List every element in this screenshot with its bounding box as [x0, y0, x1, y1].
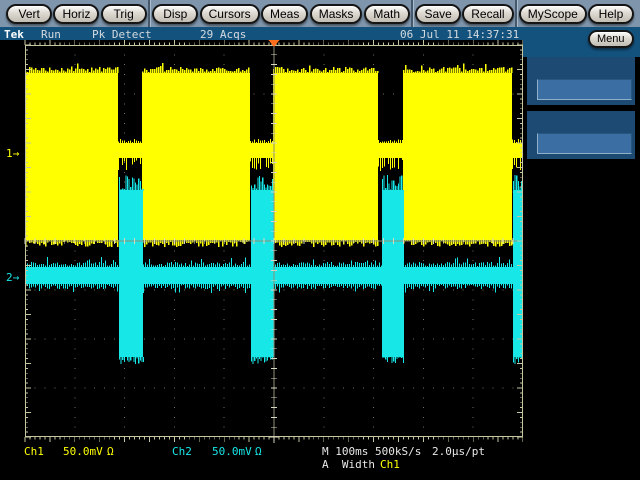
- toolbar-group: Save Recall: [414, 3, 515, 24]
- ch2-position-marker: 2→: [6, 271, 20, 284]
- toolbar-button-vert[interactable]: Vert: [6, 3, 53, 24]
- toolbar-group: Disp Cursors Meas Masks Math: [151, 3, 411, 24]
- ch2-coupling-readout: Ω: [255, 445, 262, 458]
- readout-area: Ch1 50.0mV Ω Ch2 50.0mV Ω M 100ms 500kS/…: [0, 440, 523, 480]
- menu-button[interactable]: Menu: [588, 30, 634, 48]
- ch1-scale-readout: 50.0mV: [63, 445, 103, 458]
- timebase-readout: M 100ms 500kS/s: [322, 445, 422, 458]
- menu-option-box-2[interactable]: [527, 111, 635, 159]
- toolbar-button-help[interactable]: Help: [587, 3, 634, 24]
- menu-option-box-1[interactable]: [527, 57, 635, 105]
- toolbar-button-recall[interactable]: Recall: [462, 3, 514, 24]
- toolbar-button-myscope[interactable]: MyScope: [518, 3, 587, 24]
- menu-option-field-1[interactable]: [537, 79, 632, 100]
- toolbar: Vert Horiz Trig Disp Cursors Meas Masks Math Sav…: [0, 0, 640, 27]
- ch2-readout-label: Ch2: [172, 445, 192, 458]
- trigger-type-readout: A Width: [322, 458, 375, 471]
- ch1-coupling-readout: Ω: [107, 445, 114, 458]
- oscilloscope-screen: Vert Horiz Trig Disp Cursors Meas Masks Math Sav…: [0, 0, 640, 480]
- toolbar-button-math[interactable]: Math: [363, 3, 410, 24]
- ch2-scale-readout: 50.0mV: [212, 445, 252, 458]
- toolbar-button-meas[interactable]: Meas: [261, 3, 309, 24]
- toolbar-button-cursors[interactable]: Cursors: [199, 3, 260, 24]
- toolbar-button-trig[interactable]: Trig: [100, 3, 147, 24]
- waveform-display: 1→ 2→: [6, 40, 523, 443]
- resolution-readout: 2.0µs/pt: [432, 445, 485, 458]
- toolbar-button-horiz[interactable]: Horiz: [53, 3, 100, 24]
- toolbar-group: MyScope Help: [518, 3, 635, 24]
- toolbar-button-save[interactable]: Save: [415, 3, 462, 24]
- toolbar-group: Vert Horiz Trig: [5, 3, 148, 24]
- toolbar-button-masks[interactable]: Masks: [309, 3, 363, 24]
- toolbar-button-disp[interactable]: Disp: [152, 3, 199, 24]
- ch1-position-marker: 1→: [6, 147, 20, 160]
- ch1-readout-label: Ch1: [24, 445, 44, 458]
- menu-option-field-2[interactable]: [537, 133, 632, 154]
- trigger-source-readout: Ch1: [380, 458, 400, 471]
